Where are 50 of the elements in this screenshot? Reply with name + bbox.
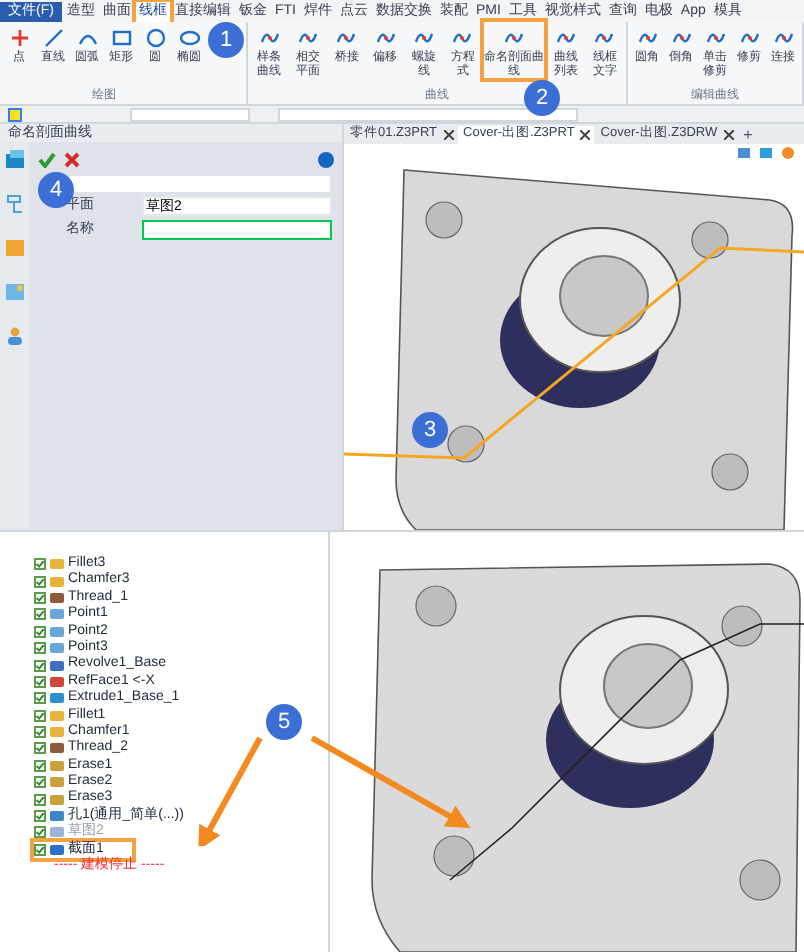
circle-icon (145, 28, 165, 48)
check-icon[interactable] (38, 152, 56, 168)
checkbox-icon[interactable] (34, 675, 46, 688)
curve-icon (555, 28, 576, 48)
filter-field[interactable] (130, 107, 250, 121)
rectangle-icon (111, 28, 131, 48)
plus-icon (9, 28, 29, 48)
checkbox-icon[interactable] (34, 659, 46, 672)
curve-icon (773, 28, 793, 48)
curve-icon (637, 28, 657, 48)
render-icon[interactable] (780, 146, 796, 160)
person-icon[interactable] (4, 326, 26, 346)
curve-icon (594, 28, 615, 48)
tree-icon[interactable] (4, 194, 26, 214)
checkbox-icon[interactable] (34, 625, 46, 638)
line-icon (43, 28, 63, 48)
curve-icon (705, 28, 725, 48)
curve-icon (739, 28, 759, 48)
curve-icon (452, 28, 473, 48)
new-tab-button[interactable]: + (737, 126, 759, 144)
curve-icon (504, 28, 525, 48)
filter-field[interactable] (278, 107, 578, 121)
info-icon[interactable] (318, 152, 334, 168)
checkbox-icon[interactable] (34, 608, 46, 621)
checkbox-icon[interactable] (34, 591, 46, 604)
checkbox-icon[interactable] (34, 642, 46, 655)
checkbox-icon[interactable] (34, 843, 46, 856)
checkbox-icon[interactable] (34, 742, 46, 755)
close-icon[interactable] (443, 130, 454, 140)
cube-icon[interactable] (758, 146, 774, 160)
checkbox-icon[interactable] (34, 759, 46, 772)
select-icon[interactable] (8, 107, 22, 121)
checkbox-icon[interactable] (34, 558, 46, 571)
checkbox-icon[interactable] (34, 692, 46, 705)
curve-icon (259, 28, 280, 48)
checkbox-icon[interactable] (34, 709, 46, 722)
checkbox-icon[interactable] (34, 810, 46, 823)
close-icon[interactable] (580, 130, 591, 140)
curve-icon (336, 28, 357, 48)
cube-icon[interactable] (4, 150, 26, 170)
checkbox-icon[interactable] (34, 575, 46, 588)
input-field[interactable] (142, 220, 332, 240)
curve-icon (671, 28, 691, 48)
checkbox-icon[interactable] (34, 793, 46, 806)
curve-icon (375, 28, 396, 48)
curve-icon (297, 28, 318, 48)
curve-icon (413, 28, 434, 48)
checkbox-icon[interactable] (34, 776, 46, 789)
checkbox-icon[interactable] (34, 726, 46, 739)
close-icon[interactable] (723, 130, 734, 140)
